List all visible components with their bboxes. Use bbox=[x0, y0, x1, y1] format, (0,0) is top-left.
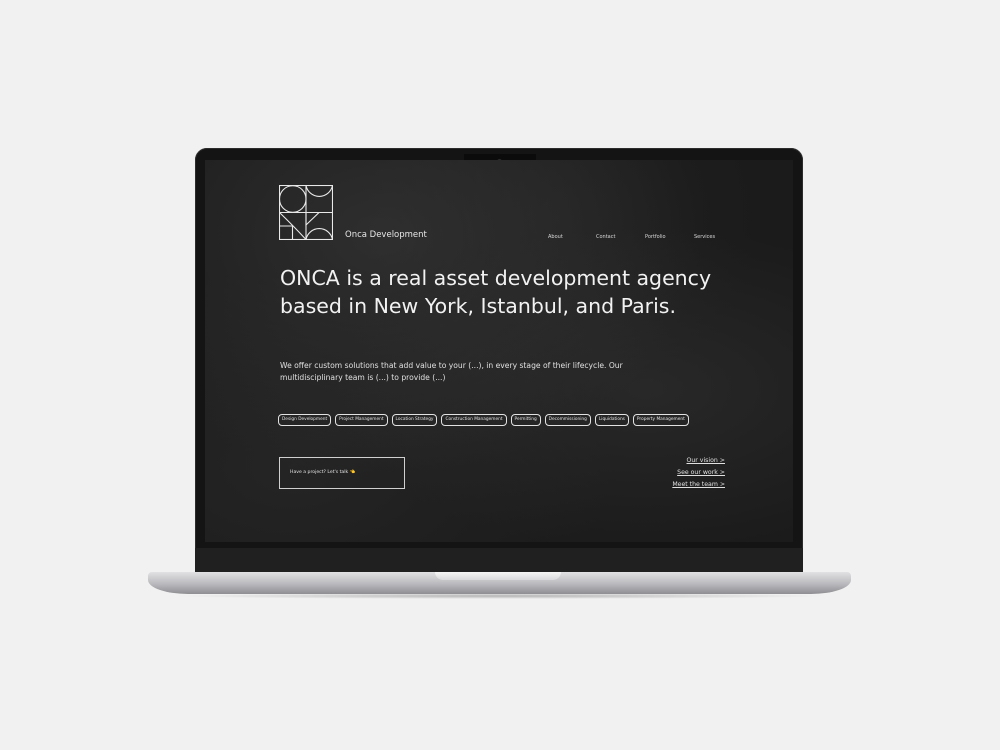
service-tags: Design Development Project Management Lo… bbox=[278, 414, 689, 426]
tag-design-development[interactable]: Design Development bbox=[278, 414, 332, 426]
contact-cta-button[interactable]: Have a project? Let's talk 👈 bbox=[279, 457, 405, 489]
tag-property-management[interactable]: Property Management bbox=[632, 414, 689, 426]
tag-decommissioning[interactable]: Decommissioning bbox=[544, 414, 591, 426]
hero-intro: We offer custom solutions that add value… bbox=[280, 361, 623, 382]
tag-project-management[interactable]: Project Management bbox=[335, 414, 388, 426]
laptop-opening-notch bbox=[435, 572, 561, 580]
tag-construction-management[interactable]: Construction Management bbox=[441, 414, 507, 426]
tag-location-strategy[interactable]: Location Strategy bbox=[391, 414, 438, 426]
link-meet-the-team[interactable]: Meet the team > bbox=[672, 481, 725, 488]
laptop-screen: Onca Development About Contact Portfolio… bbox=[205, 160, 793, 542]
nav-portfolio[interactable]: Portfolio bbox=[645, 234, 666, 240]
laptop-chin bbox=[195, 548, 803, 572]
nav-services[interactable]: Services bbox=[694, 234, 715, 240]
tag-liquidations[interactable]: Liquidations bbox=[594, 414, 629, 426]
link-see-our-work[interactable]: See our work > bbox=[677, 469, 725, 476]
tag-permitting[interactable]: Permitting bbox=[510, 414, 541, 426]
link-our-vision[interactable]: Our vision > bbox=[687, 457, 726, 464]
nav-contact[interactable]: Contact bbox=[596, 234, 615, 240]
brand-name[interactable]: Onca Development bbox=[345, 230, 427, 240]
nav-about[interactable]: About bbox=[548, 234, 563, 240]
onca-logo-icon[interactable] bbox=[279, 185, 333, 240]
hero-headline: ONCA is a real asset development agency … bbox=[280, 266, 712, 318]
